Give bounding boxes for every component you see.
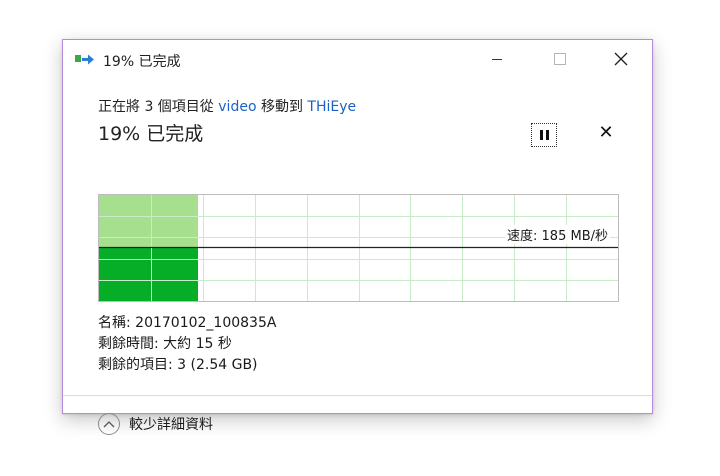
operation-description: 正在將 3 個項目從 video 移動到 THiEye: [98, 96, 356, 116]
file-name: 名稱: 20170102_100835A: [98, 315, 277, 331]
minimize-button[interactable]: [474, 40, 520, 78]
source-folder-link[interactable]: video: [218, 99, 256, 115]
maximize-icon: [554, 53, 566, 65]
speed-label: 速度: 185 MB/秒: [505, 225, 610, 244]
pause-button[interactable]: [531, 123, 557, 147]
transfer-details: 名稱: 20170102_100835A 剩餘時間: 大約 15 秒 剩餘的項目…: [98, 313, 276, 376]
window-title: 19% 已完成: [103, 54, 181, 70]
fewer-details-button[interactable]: 較少詳細資料: [98, 412, 213, 436]
cancel-button[interactable]: ✕: [596, 122, 616, 144]
file-operation-dialog: 19% 已完成 正在將 3 個項目從 video 移動到 THiEye 19% …: [62, 39, 653, 435]
pause-icon-bar: [545, 130, 549, 140]
divider: [63, 395, 652, 396]
progress-status: 19% 已完成: [98, 123, 204, 145]
fewer-details-label: 較少詳細資料: [129, 417, 213, 433]
close-icon: [614, 52, 628, 66]
maximize-button[interactable]: [537, 40, 583, 78]
items-remaining: 剩餘的項目: 3 (2.54 GB): [98, 357, 258, 373]
chevron-up-icon: [98, 413, 120, 435]
pause-icon: [539, 130, 543, 140]
minimize-icon: [492, 59, 502, 60]
cancel-icon: ✕: [598, 122, 614, 143]
operation-prefix: 正在將 3 個項目從: [98, 99, 219, 115]
title-bar[interactable]: 19% 已完成: [63, 40, 652, 78]
close-button[interactable]: [598, 40, 644, 78]
destination-folder-link[interactable]: THiEye: [307, 99, 356, 115]
time-remaining: 剩餘時間: 大約 15 秒: [98, 336, 232, 352]
speed-graph-canvas: [99, 195, 618, 301]
chevron-up-glyph: [103, 421, 115, 428]
progress-fill-upper: [99, 195, 198, 247]
move-files-icon: [75, 54, 94, 65]
operation-middle: 移動到: [256, 99, 308, 115]
transfer-speed-graph: 速度: 185 MB/秒: [98, 194, 619, 302]
progress-fill-lower: [99, 247, 198, 301]
